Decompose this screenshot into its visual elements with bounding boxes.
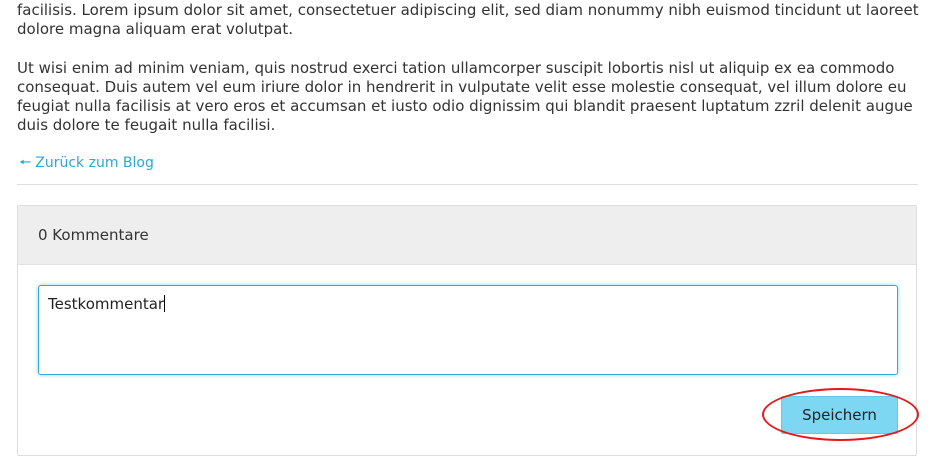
comments-header: 0 Kommentare bbox=[18, 206, 916, 265]
comments-count: 0 Kommentare bbox=[38, 226, 149, 244]
back-to-blog-label: Zurück zum Blog bbox=[35, 155, 154, 171]
article-paragraph: Ut wisi enim ad minim veniam, quis nostr… bbox=[17, 59, 913, 134]
comment-text: Testkommentar bbox=[48, 295, 165, 313]
article-body: Duis autem vel eum iriure dolor in hendr… bbox=[17, 0, 920, 155]
divider bbox=[17, 184, 918, 185]
comments-panel: 0 Kommentare Testkommentar Speichern bbox=[17, 205, 917, 456]
save-button-label: Speichern bbox=[802, 406, 877, 424]
save-button[interactable]: Speichern bbox=[781, 396, 898, 434]
text-caret bbox=[164, 295, 166, 312]
article-paragraph: Duis autem vel eum iriure dolor in hendr… bbox=[17, 1, 919, 38]
back-to-blog-link[interactable]: 🠔 Zurück zum Blog bbox=[19, 155, 154, 171]
arrow-left-icon: 🠔 bbox=[19, 155, 32, 171]
comment-textarea[interactable]: Testkommentar bbox=[38, 285, 898, 375]
